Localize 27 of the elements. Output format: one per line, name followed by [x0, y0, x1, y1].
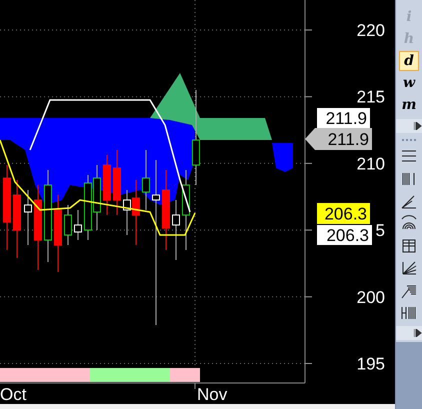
axis-label: 200 — [356, 288, 385, 307]
price-tag: 206.3 — [317, 225, 372, 245]
timeframe-button[interactable]: d — [399, 51, 419, 71]
price-tag: 211.9 — [317, 108, 370, 128]
candle — [64, 204, 72, 246]
candle — [172, 200, 180, 260]
candle — [103, 154, 111, 216]
axis-label: Oct — [0, 385, 26, 404]
timeframe-button[interactable]: w — [399, 73, 419, 93]
timeframe-button[interactable]: m — [399, 95, 419, 115]
candle — [113, 150, 121, 216]
axis-label: 5 — [376, 221, 385, 240]
expand-icon — [414, 122, 422, 130]
candle — [74, 210, 82, 240]
axis-label: 195 — [356, 354, 385, 374]
expand-icon — [414, 329, 422, 338]
price-tag: 211.9 — [305, 128, 372, 150]
price-tag: 206.3 — [317, 203, 370, 224]
expand-button[interactable] — [396, 326, 422, 340]
axis-label: 220 — [356, 21, 385, 40]
axis-label: 210 — [356, 154, 385, 174]
candle — [24, 190, 32, 246]
cloud-area — [272, 143, 293, 172]
axis-label: 215 — [356, 88, 385, 107]
expand-button[interactable] — [396, 119, 422, 133]
axis-label: Nov — [197, 385, 228, 404]
candle — [142, 150, 150, 210]
